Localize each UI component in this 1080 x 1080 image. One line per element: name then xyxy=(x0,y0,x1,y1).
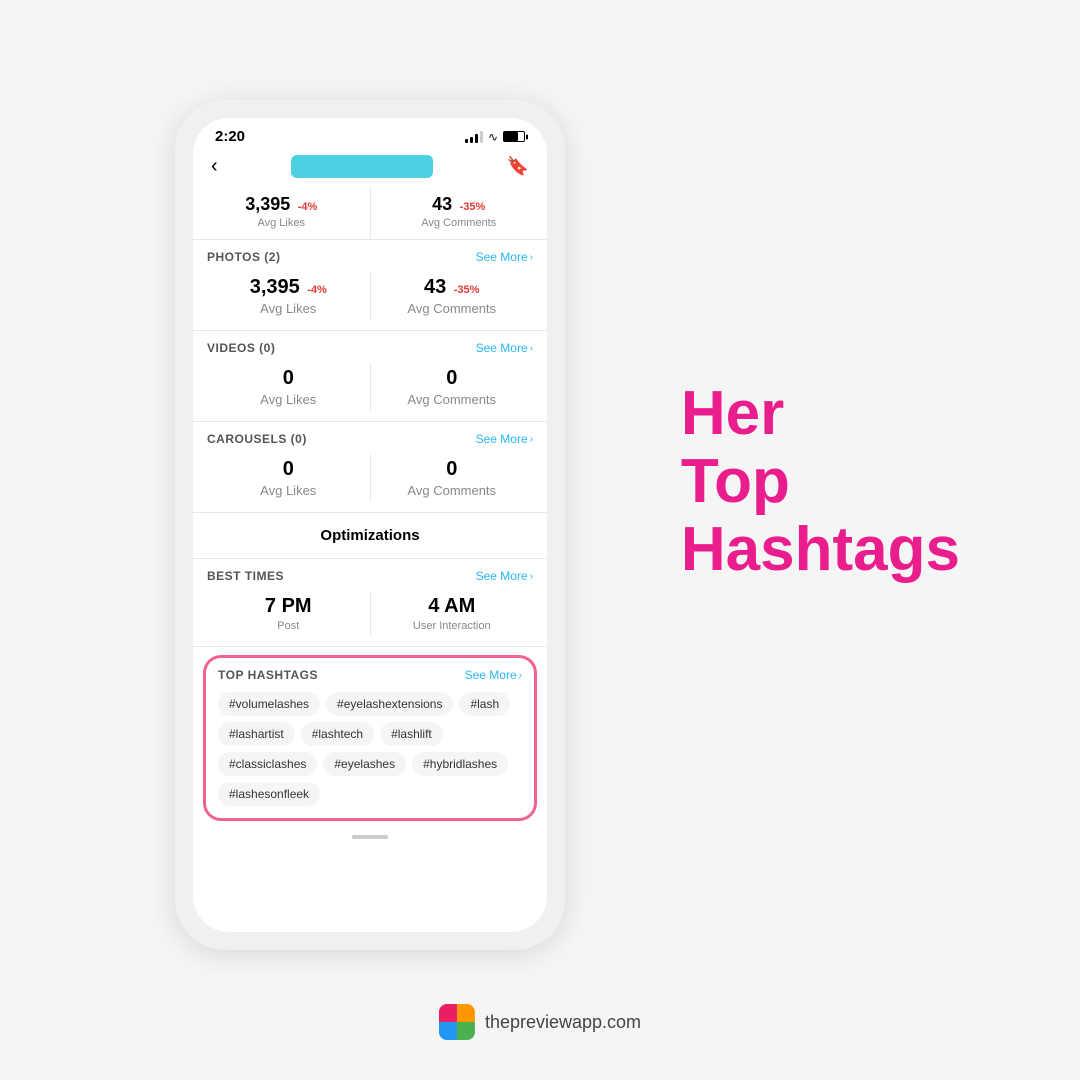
optimizations-header: Optimizations xyxy=(193,513,547,559)
best-times-see-more[interactable]: See More › xyxy=(476,569,533,583)
carousels-avg-comments-label: Avg Comments xyxy=(371,483,534,498)
right-text-line1: Her xyxy=(681,380,960,448)
hashtag-tag[interactable]: #eyelashextensions xyxy=(326,692,453,716)
top-avg-likes-cell: 3,395 -4% Avg Likes xyxy=(193,186,371,239)
photos-avg-likes-label: Avg Likes xyxy=(207,301,370,316)
branding: thepreviewapp.com xyxy=(439,1004,641,1040)
hashtag-tag[interactable]: #lashlift xyxy=(380,722,443,746)
status-time: 2:20 xyxy=(215,128,245,145)
carousels-title: CAROUSELS (0) xyxy=(207,432,307,446)
videos-avg-likes-label: Avg Likes xyxy=(207,392,370,407)
top-avg-likes-label: Avg Likes xyxy=(199,217,364,229)
username-label: @@@@@@@@ xyxy=(291,155,433,178)
interaction-time-cell: 4 AM User Interaction xyxy=(371,591,534,636)
hashtag-tag[interactable]: #lashtech xyxy=(301,722,374,746)
carousels-section-header: CAROUSELS (0) See More › xyxy=(207,432,533,446)
logo-q2 xyxy=(457,1004,475,1022)
phone-mockup: 2:20 ∿ ‹ @@@@@@@@ xyxy=(175,100,565,950)
photos-see-more[interactable]: See More › xyxy=(476,250,533,264)
best-times-section: BEST TIMES See More › 7 PM Post 4 AM Use… xyxy=(193,559,547,647)
hashtag-tag[interactable]: #lashartist xyxy=(218,722,295,746)
hashtags-see-more[interactable]: See More › xyxy=(465,668,522,682)
top-avg-comments-cell: 43 -35% Avg Comments xyxy=(371,186,548,239)
logo-q3 xyxy=(439,1022,457,1040)
photos-section: PHOTOS (2) See More › 3,395 -4% Avg Like… xyxy=(193,240,547,331)
right-text-line2: Top xyxy=(681,448,960,516)
hashtag-tag[interactable]: #hybridlashes xyxy=(412,752,508,776)
status-icons: ∿ xyxy=(465,130,525,144)
best-times-title: BEST TIMES xyxy=(207,569,284,583)
carousels-avg-likes-label: Avg Likes xyxy=(207,483,370,498)
carousels-see-more[interactable]: See More › xyxy=(476,432,533,446)
page-wrapper: 2:20 ∿ ‹ @@@@@@@@ xyxy=(0,0,1080,1080)
photos-avg-comments-label: Avg Comments xyxy=(371,301,534,316)
best-times-stats: 7 PM Post 4 AM User Interaction xyxy=(207,591,533,636)
chevron-right-icon: › xyxy=(519,670,522,681)
videos-avg-likes: 0 Avg Likes xyxy=(207,363,371,411)
hashtags-header: TOP HASHTAGS See More › xyxy=(218,668,522,682)
brand-url: thepreviewapp.com xyxy=(485,1012,641,1033)
status-bar: 2:20 ∿ xyxy=(193,118,547,149)
videos-avg-comments: 0 Avg Comments xyxy=(371,363,534,411)
hashtags-title: TOP HASHTAGS xyxy=(218,668,318,682)
right-text-line3: Hashtags xyxy=(681,516,960,584)
scroll-dot xyxy=(352,835,388,839)
top-avg-comments-label: Avg Comments xyxy=(377,217,542,229)
hashtag-tags-container: #volumelashes #eyelashextensions #lash #… xyxy=(218,692,522,806)
logo-q1 xyxy=(439,1004,457,1022)
carousels-section: CAROUSELS (0) See More › 0 Avg Likes 0 A… xyxy=(193,422,547,513)
videos-section: VIDEOS (0) See More › 0 Avg Likes 0 Avg … xyxy=(193,331,547,422)
back-button[interactable]: ‹ xyxy=(211,155,218,178)
nav-bar: ‹ @@@@@@@@ 🔖 xyxy=(193,149,547,186)
hashtag-tag[interactable]: #volumelashes xyxy=(218,692,320,716)
chevron-right-icon: › xyxy=(530,434,533,445)
hashtag-tag[interactable]: #classiclashes xyxy=(218,752,317,776)
battery-icon xyxy=(503,131,525,142)
wifi-icon: ∿ xyxy=(488,130,498,144)
top-avg-comments-value: 43 -35% xyxy=(377,194,542,215)
videos-title: VIDEOS (0) xyxy=(207,341,275,355)
chevron-right-icon: › xyxy=(530,252,533,263)
post-time-value: 7 PM xyxy=(207,595,370,618)
best-times-header: BEST TIMES See More › xyxy=(207,569,533,583)
videos-avg-comments-label: Avg Comments xyxy=(371,392,534,407)
hashtag-tag[interactable]: #lashesonfleek xyxy=(218,782,320,806)
top-avg-likes-value: 3,395 -4% xyxy=(199,194,364,215)
photos-section-header: PHOTOS (2) See More › xyxy=(207,250,533,264)
brand-logo xyxy=(439,1004,475,1040)
logo-q4 xyxy=(457,1022,475,1040)
carousels-stats: 0 Avg Likes 0 Avg Comments xyxy=(207,454,533,502)
carousels-avg-likes: 0 Avg Likes xyxy=(207,454,371,502)
scroll-indicator xyxy=(193,829,547,843)
phone-screen: 2:20 ∿ ‹ @@@@@@@@ xyxy=(193,118,547,932)
hashtag-tag[interactable]: #lash xyxy=(459,692,510,716)
interaction-time-value: 4 AM xyxy=(371,595,534,618)
top-stats-row: 3,395 -4% Avg Likes 43 -35% Avg Comments xyxy=(193,186,547,240)
videos-see-more[interactable]: See More › xyxy=(476,341,533,355)
chevron-right-icon: › xyxy=(530,571,533,582)
post-time-cell: 7 PM Post xyxy=(207,591,371,636)
hashtag-tag[interactable]: #eyelashes xyxy=(323,752,406,776)
carousels-avg-comments: 0 Avg Comments xyxy=(371,454,534,502)
top-hashtags-section: TOP HASHTAGS See More › #volumelashes #e… xyxy=(203,655,537,821)
videos-section-header: VIDEOS (0) See More › xyxy=(207,341,533,355)
photos-stats: 3,395 -4% Avg Likes 43 -35% Avg Comments xyxy=(207,272,533,320)
interaction-time-label: User Interaction xyxy=(371,620,534,632)
signal-icon xyxy=(465,131,483,143)
photos-avg-comments: 43 -35% Avg Comments xyxy=(371,272,534,320)
chevron-right-icon: › xyxy=(530,343,533,354)
photos-avg-likes: 3,395 -4% Avg Likes xyxy=(207,272,371,320)
videos-stats: 0 Avg Likes 0 Avg Comments xyxy=(207,363,533,411)
bookmark-icon[interactable]: 🔖 xyxy=(507,156,529,177)
photos-title: PHOTOS (2) xyxy=(207,250,280,264)
right-text-block: Her Top Hashtags xyxy=(681,380,960,585)
post-time-label: Post xyxy=(207,620,370,632)
